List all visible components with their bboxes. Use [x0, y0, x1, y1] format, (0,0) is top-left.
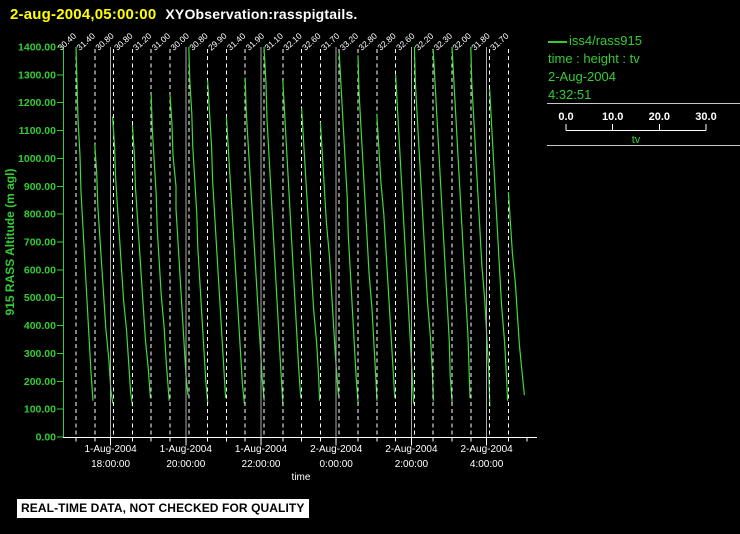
- tv-scale-tick-label: 0.0: [558, 111, 573, 123]
- y-tick-label: 1200.00: [18, 97, 56, 109]
- y-tick-label: 400.00: [24, 320, 56, 332]
- y-tick-label: 800.00: [24, 209, 56, 221]
- x-tick-time-label: 20:00:00: [166, 459, 205, 470]
- tv-top-label: 30.80: [112, 31, 135, 53]
- tv-top-label: 32.80: [375, 31, 398, 53]
- y-tick-label: 1400.00: [18, 42, 56, 54]
- rass-trace: [263, 46, 284, 407]
- x-tick-time-label: 0:00:00: [320, 459, 354, 470]
- tv-top-label: 31.00: [150, 31, 173, 53]
- tv-top-label: 33.20: [338, 31, 361, 53]
- y-tick-label: 200.00: [24, 376, 56, 388]
- tv-top-label: 32.00: [450, 31, 473, 53]
- y-tick-label: 1100.00: [19, 125, 57, 137]
- tv-top-label: 30.40: [56, 31, 79, 53]
- tv-scale-tick-label: 30.0: [695, 111, 716, 123]
- tv-top-label: 31.70: [319, 31, 342, 53]
- tv-top-label: 30.80: [187, 31, 210, 53]
- tv-top-label: 31.90: [244, 31, 267, 53]
- tv-top-label: 31.70: [488, 31, 511, 53]
- legend-series-label: iss4/rass915: [569, 33, 642, 48]
- tv-top-label: 30.80: [93, 31, 116, 53]
- legend-fields: time : height : tv: [548, 51, 640, 66]
- legend-time: 4:32:51: [548, 87, 592, 102]
- tv-top-label: 32.10: [281, 31, 304, 53]
- tv-top-label: 29.90: [206, 31, 229, 53]
- y-tick-label: 300.00: [24, 348, 56, 360]
- rass-trace: [301, 108, 321, 401]
- tv-top-label: 32.80: [356, 31, 379, 53]
- rass-trace: [451, 46, 471, 399]
- app-window: 2-aug-2004,05:00:00 XYObservation:rasspig…: [0, 0, 740, 534]
- rass-trace: [413, 46, 434, 401]
- tv-top-label: 31.40: [74, 31, 97, 53]
- rass-trace: [319, 122, 339, 396]
- tv-top-label: 30.00: [168, 31, 191, 53]
- y-tick-label: 1300.00: [18, 69, 56, 81]
- y-tick-label: 600.00: [24, 264, 56, 276]
- plot-canvas[interactable]: 0.00 100.00 200.00 300.00 400.00 500.00 600.00…: [0, 0, 740, 534]
- x-tick-date-label: 1-Aug-2004: [235, 444, 288, 455]
- tv-scale-title: tv: [632, 134, 641, 146]
- y-tick-label: 900.00: [24, 181, 56, 193]
- quality-banner: REAL-TIME DATA, NOT CHECKED FOR QUALITY: [17, 499, 310, 518]
- rass-trace: [507, 191, 525, 396]
- rass-trace: [282, 80, 302, 399]
- x-tick-date-label: 1-Aug-2004: [160, 444, 213, 455]
- rass-trace: [357, 55, 378, 401]
- y-tick-label: 1000.00: [18, 153, 56, 165]
- tv-scale-tick-label: 20.0: [649, 111, 670, 123]
- y-tick-label: 500.00: [24, 292, 56, 304]
- rass-trace: [489, 88, 509, 401]
- tv-scale-tick-label: 10.0: [602, 111, 623, 123]
- tv-top-label: 32.60: [300, 31, 323, 53]
- legend-series: iss4/rass915: [548, 33, 642, 48]
- tv-top-label: 32.20: [413, 31, 436, 53]
- x-tick-date-label: 2-Aug-2004: [385, 444, 438, 455]
- x-tick-time-label: 18:00:00: [91, 459, 130, 470]
- tv-top-label: 31.40: [225, 31, 248, 53]
- tv-top-label: 32.30: [432, 31, 455, 53]
- x-tick-time-label: 2:00:00: [395, 459, 429, 470]
- rass-trace: [338, 52, 359, 404]
- tv-top-label: 31.10: [262, 31, 285, 53]
- y-axis-title: 915 RASS Altitude (m agl): [3, 169, 17, 316]
- tv-top-label: 31.80: [469, 31, 492, 53]
- y-tick-label: 100.00: [24, 404, 56, 416]
- x-tick-date-label: 2-Aug-2004: [310, 444, 363, 455]
- rass-trace: [376, 113, 396, 399]
- legend-date: 2-Aug-2004: [548, 69, 616, 84]
- tv-top-label: 31.20: [131, 31, 154, 53]
- rass-trace: [75, 46, 94, 401]
- rass-trace: [207, 80, 227, 399]
- rass-trace: [188, 46, 209, 404]
- y-tick-label: 0.00: [36, 432, 57, 444]
- rass-trace: [225, 116, 245, 404]
- rass-trace: [131, 124, 151, 399]
- x-axis-title: time: [292, 472, 311, 483]
- rass-trace: [432, 49, 453, 404]
- x-tick-time-label: 22:00:00: [242, 459, 281, 470]
- rass-trace: [150, 94, 170, 401]
- x-tick-date-label: 2-Aug-2004: [460, 444, 513, 455]
- x-tick-date-label: 1-Aug-2004: [84, 444, 137, 455]
- x-tick-time-label: 4:00:00: [470, 459, 504, 470]
- rass-trace: [112, 116, 134, 407]
- tv-top-label: 32.60: [394, 31, 417, 53]
- series-line-swatch: [548, 40, 567, 43]
- y-tick-label: 700.00: [24, 237, 56, 249]
